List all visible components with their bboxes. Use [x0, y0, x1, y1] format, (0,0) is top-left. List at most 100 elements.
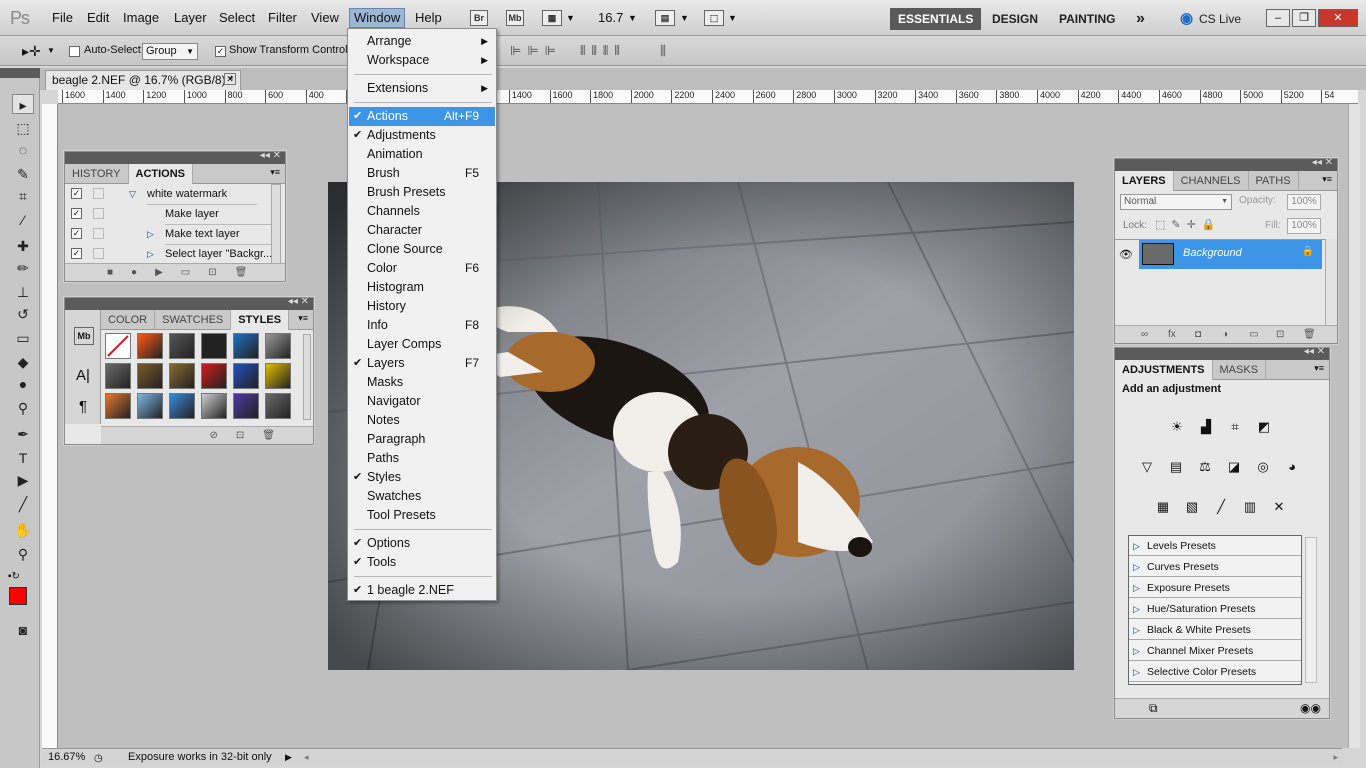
window-menu-item-color[interactable]: Color F6	[349, 259, 495, 278]
menu-image[interactable]: Image	[123, 10, 159, 25]
style-swatch[interactable]	[105, 393, 131, 419]
window-menu-item-paragraph[interactable]: Paragraph	[349, 430, 495, 449]
type-tool-icon[interactable]: T	[12, 448, 34, 468]
preset-item[interactable]: ▷ Exposure Presets	[1129, 578, 1301, 598]
preset-item[interactable]: ▷ Selective Color Presets	[1129, 662, 1301, 682]
zoom-level[interactable]: 16.7	[598, 10, 623, 25]
tab-adjustments[interactable]: ADJUSTMENTS	[1115, 360, 1213, 380]
menu-help[interactable]: Help	[415, 10, 442, 25]
vibrance-icon[interactable]: ▽	[1135, 456, 1159, 478]
collapse-panel-icon[interactable]: ◂◂ ✕	[260, 150, 281, 161]
vertical-scrollbar[interactable]	[1348, 104, 1360, 748]
paint-bucket-tool-icon[interactable]: ◆	[12, 352, 34, 372]
tab-paths[interactable]: PATHS	[1249, 171, 1299, 191]
tab-channels[interactable]: CHANNELS	[1174, 171, 1249, 191]
auto-select-dropdown[interactable]: Group ▼	[142, 43, 198, 60]
panel-title-bar[interactable]: ◂◂ ✕	[1115, 157, 1337, 171]
window-menu-item-info[interactable]: Info F8	[349, 316, 495, 335]
menu-view[interactable]: View	[311, 10, 339, 25]
panel-title-bar[interactable]: ◂◂ ✕	[65, 150, 285, 164]
action-row[interactable]: ✓ Make layer	[65, 204, 275, 225]
tab-history[interactable]: HISTORY	[65, 164, 129, 184]
curves-icon[interactable]: ⌗	[1223, 416, 1247, 438]
lasso-tool-icon[interactable]: ◌	[12, 140, 34, 160]
blur-tool-icon[interactable]: ●	[12, 374, 34, 394]
opacity-field[interactable]: 100%	[1287, 194, 1321, 210]
quick-mask-icon[interactable]: ◙	[12, 620, 34, 640]
close-tab-icon[interactable]: ✕	[224, 73, 236, 85]
style-swatch[interactable]	[233, 363, 259, 389]
auto-select-checkbox[interactable]	[69, 46, 80, 57]
window-menu-item-navigator[interactable]: Navigator	[349, 392, 495, 411]
dialog-toggle-checkbox[interactable]	[93, 208, 104, 219]
eraser-tool-icon[interactable]: ▭	[12, 328, 34, 348]
action-row[interactable]: ✓ ▷ Select layer "Backgr...	[65, 244, 275, 265]
clip-to-layer-icon[interactable]: ◉◉	[1300, 701, 1321, 715]
color-balance-icon[interactable]: ⚖	[1193, 456, 1217, 478]
style-swatch[interactable]	[137, 363, 163, 389]
workspace-painting[interactable]: PAINTING	[1059, 8, 1115, 30]
gradient-map-icon[interactable]: ▥	[1238, 496, 1262, 518]
close-button[interactable]: ✕	[1318, 9, 1358, 27]
levels-icon[interactable]: ▟	[1194, 416, 1218, 438]
marquee-tool-icon[interactable]: ⬚	[12, 118, 34, 138]
healing-brush-tool-icon[interactable]: ✚	[12, 236, 34, 256]
minimize-button[interactable]: –	[1266, 9, 1290, 27]
expand-view-icon[interactable]: ⧉	[1149, 701, 1158, 716]
history-brush-tool-icon[interactable]: ↺	[12, 304, 34, 324]
layer-row-background[interactable]: 👁 Background 🔒	[1115, 239, 1325, 269]
line-tool-icon[interactable]: ╱	[12, 494, 34, 514]
posterize-icon[interactable]: ▧	[1180, 496, 1204, 518]
style-swatch[interactable]	[233, 393, 259, 419]
style-swatch[interactable]	[201, 393, 227, 419]
auto-align-icon[interactable]: ⫼	[660, 43, 666, 59]
actions-scrollbar[interactable]	[271, 184, 281, 264]
window-menu-item-extensions[interactable]: Extensions ▶	[349, 79, 495, 98]
move-tool-icon[interactable]: ▸✛	[22, 43, 41, 60]
cs-live-icon[interactable]: ◉	[1180, 8, 1193, 30]
style-swatch[interactable]	[233, 333, 259, 359]
delete-layer-icon[interactable]: 🗑	[1303, 326, 1316, 344]
black-white-icon[interactable]: ◪	[1222, 456, 1246, 478]
style-swatch[interactable]	[105, 333, 131, 359]
style-swatch[interactable]	[137, 393, 163, 419]
window-menu-item-layers[interactable]: ✔ Layers F7	[349, 354, 495, 373]
screen-mode-icon[interactable]: ⬚	[704, 10, 724, 26]
actions-footer-icons[interactable]: ■●▶▭⊡🗑	[65, 263, 285, 281]
invert-icon[interactable]: ▦	[1151, 496, 1175, 518]
workspace-essentials[interactable]: ESSENTIALS	[890, 8, 982, 30]
presets-scrollbar[interactable]	[1305, 537, 1317, 683]
styles-scrollbar[interactable]	[303, 334, 311, 420]
preset-item[interactable]: ▷ Channel Mixer Presets	[1129, 641, 1301, 661]
hand-tool-icon[interactable]: ✋	[12, 520, 34, 540]
style-swatch[interactable]	[201, 363, 227, 389]
panel-menu-icon[interactable]: ▾≡	[270, 167, 280, 178]
collapse-panel-icon[interactable]: ◂◂ ✕	[1304, 346, 1325, 357]
selective-color-icon[interactable]: ✕	[1267, 496, 1291, 518]
style-swatch[interactable]	[169, 333, 195, 359]
photo-filter-icon[interactable]: ◎	[1251, 456, 1275, 478]
cs-live-menu[interactable]: CS Live	[1199, 8, 1241, 30]
window-menu-item-styles[interactable]: ✔ Styles	[349, 468, 495, 487]
window-menu-item-arrange[interactable]: Arrange ▶	[349, 32, 495, 51]
preset-item[interactable]: ▷ Black & White Presets	[1129, 620, 1301, 640]
crop-tool-icon[interactable]: ⌗	[12, 186, 34, 206]
workspace-design[interactable]: DESIGN	[992, 8, 1038, 30]
document-tab[interactable]: beagle 2.NEF @ 16.7% (RGB/8) * ✕	[45, 70, 241, 90]
chevron-down-icon[interactable]: ▼	[566, 13, 575, 23]
window-menu-item-workspace[interactable]: Workspace ▶	[349, 51, 495, 70]
panel-menu-icon[interactable]: ▾≡	[1314, 363, 1324, 374]
panel-title-bar[interactable]: ◂◂ ✕	[1115, 346, 1329, 360]
window-menu-item-tools[interactable]: ✔ Tools	[349, 553, 495, 572]
mini-bridge-icon[interactable]: Mb	[506, 10, 524, 26]
window-menu-item-actions[interactable]: ✔ Actions Alt+F9	[349, 107, 495, 126]
lock-icons[interactable]: ⬚✎✛🔒	[1155, 218, 1222, 231]
action-toggle-checkbox[interactable]: ✓	[71, 208, 82, 219]
brightness-contrast-icon[interactable]: ☀	[1165, 416, 1189, 438]
window-menu-item-swatches[interactable]: Swatches	[349, 487, 495, 506]
status-icon[interactable]: ◷	[94, 750, 103, 767]
collapse-arrow-icon[interactable]: ▽	[129, 184, 136, 204]
link-layers-icon[interactable]: ∞	[1141, 326, 1148, 344]
chevron-down-icon[interactable]: ▼	[628, 13, 637, 23]
window-menu-item-brush-presets[interactable]: Brush Presets	[349, 183, 495, 202]
